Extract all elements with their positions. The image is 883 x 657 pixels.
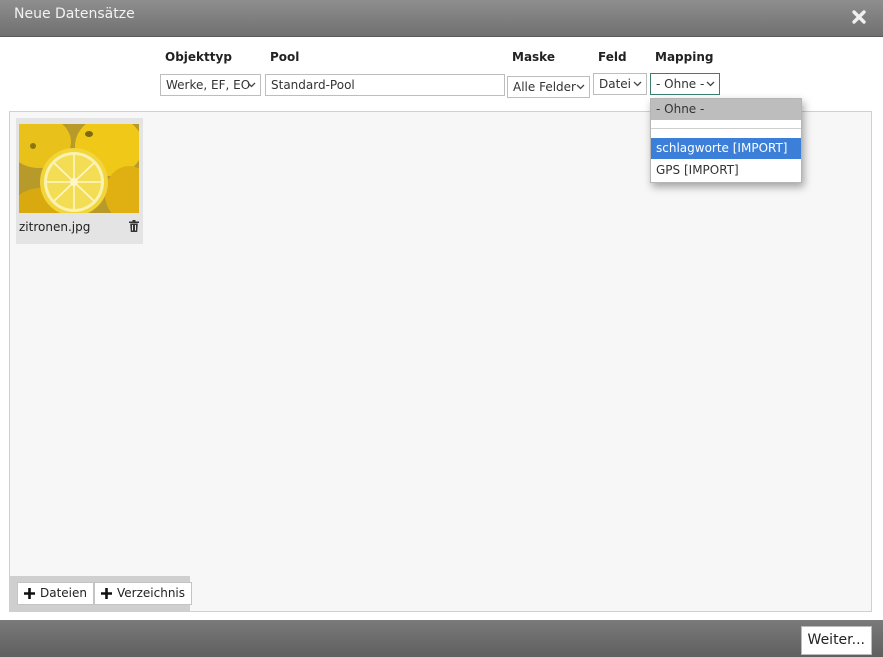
label-feld: Feld	[598, 50, 627, 64]
next-button[interactable]: Weiter...	[800, 626, 872, 655]
plus-icon	[101, 588, 112, 599]
close-icon[interactable]	[851, 9, 867, 25]
maske-value: Alle Felder	[513, 80, 576, 94]
plus-icon	[24, 588, 35, 599]
file-tile[interactable]: zitronen.jpg	[16, 118, 143, 244]
mapping-option-current[interactable]: - Ohne -	[651, 99, 801, 120]
feld-select[interactable]: Datei	[593, 73, 647, 95]
chevron-down-icon	[576, 84, 585, 90]
add-directory-button[interactable]: Verzeichnis	[94, 582, 193, 605]
label-pool: Pool	[270, 50, 300, 64]
pool-value: Standard-Pool	[271, 78, 355, 92]
chevron-down-icon	[247, 82, 256, 88]
add-buttons-bar: Dateien Verzeichnis	[10, 576, 193, 612]
mapping-value: - Ohne -	[656, 77, 705, 91]
chevron-down-icon	[633, 81, 642, 87]
add-files-button[interactable]: Dateien	[17, 582, 95, 605]
objekttyp-select[interactable]: Werke, EF, EO	[160, 74, 261, 96]
dialog-footer: Weiter...	[0, 620, 883, 657]
mapping-option[interactable]: GPS [IMPORT]	[651, 160, 801, 181]
add-files-label: Dateien	[40, 586, 88, 600]
feld-value: Datei	[599, 77, 632, 91]
mapping-option-highlighted[interactable]: schlagworte [IMPORT]	[651, 138, 801, 159]
pool-input[interactable]: Standard-Pool	[265, 74, 505, 96]
maske-select[interactable]: Alle Felder	[507, 76, 590, 98]
lemon-thumbnail	[19, 124, 139, 213]
label-maske: Maske	[512, 50, 555, 64]
chevron-down-icon	[706, 81, 715, 87]
add-directory-label: Verzeichnis	[117, 586, 186, 600]
dialog-titlebar: Neue Datensätze	[0, 0, 883, 37]
file-name: zitronen.jpg	[19, 220, 91, 234]
trash-icon[interactable]	[129, 220, 139, 232]
mapping-select[interactable]: - Ohne -	[650, 73, 720, 95]
dropdown-divider	[651, 128, 801, 129]
label-mapping: Mapping	[655, 50, 714, 64]
mapping-dropdown-list: - Ohne - schlagworte [IMPORT] GPS [IMPOR…	[650, 98, 802, 183]
file-drop-area[interactable]: zitronen.jpg Dateien Verzeichnis	[9, 111, 872, 612]
objekttyp-value: Werke, EF, EO	[166, 78, 251, 92]
dialog-title: Neue Datensätze	[14, 6, 135, 22]
label-objekttyp: Objekttyp	[165, 50, 232, 64]
